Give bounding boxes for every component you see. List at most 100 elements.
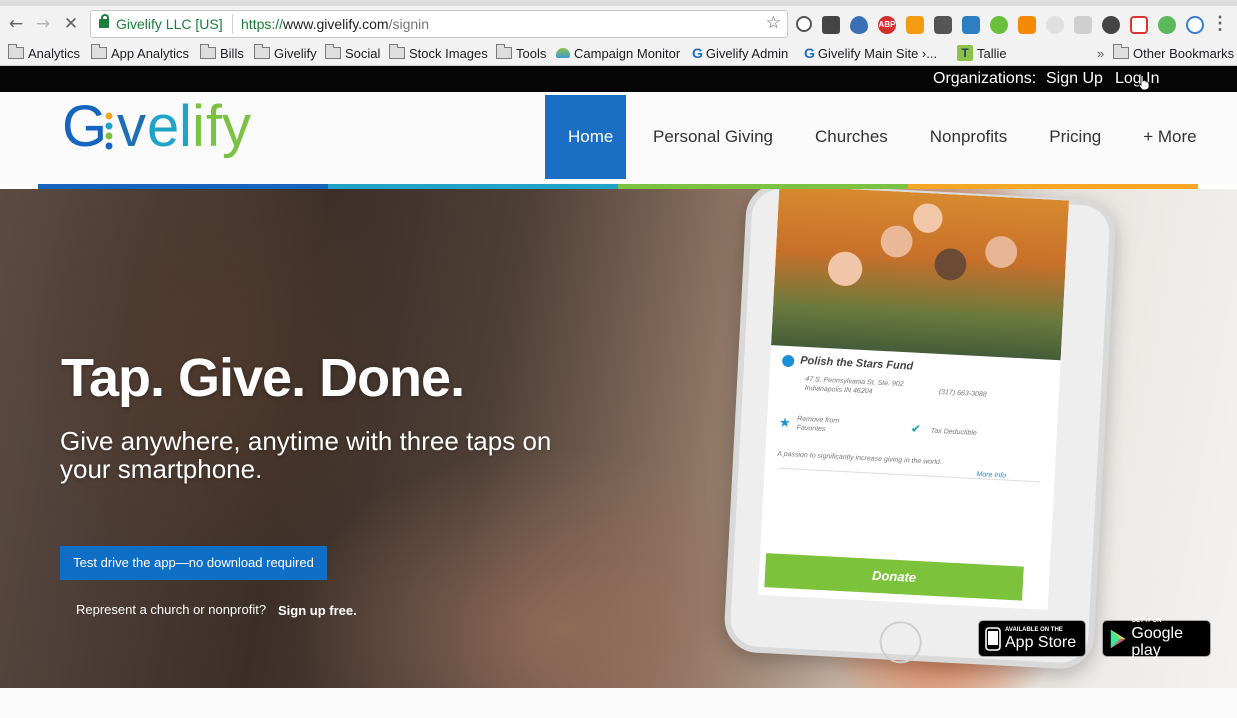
shield-check-icon <box>781 354 795 368</box>
organizations-bar: Organizations: Sign Up Log In <box>0 66 1237 92</box>
browser-toolbar: ← → ✕ Givelify LLC [US] https://www.give… <box>0 6 1237 42</box>
google-play-badge[interactable]: GET IT ON Google play <box>1102 618 1211 659</box>
givelify-logo[interactable]: G v e l if y <box>62 94 262 176</box>
app-store-texts: AVAILABLE ON THE App Store <box>1005 627 1076 651</box>
remove-favorites: Remove from Favorites <box>796 415 840 434</box>
svg-text:l: l <box>179 94 193 159</box>
sync-extension-icon[interactable] <box>1186 16 1204 34</box>
app-store-small-text: AVAILABLE ON THE <box>1005 626 1063 633</box>
fund-phone: (317) 663-3088 <box>938 388 987 399</box>
nav-more[interactable]: + More <box>1122 95 1217 179</box>
bookmark-label: Givelify Main Site ›... <box>817 45 938 61</box>
adblock-plus-icon[interactable]: ABP <box>878 16 896 34</box>
phone-screen: Polish the Stars Fund 47 S. Pennsylvania… <box>757 189 1070 610</box>
green-circle-extension-icon[interactable] <box>990 16 1008 34</box>
evernote-icon[interactable] <box>822 16 840 34</box>
lock-icon <box>99 14 109 28</box>
nav-home[interactable]: Home <box>545 95 626 179</box>
bookmark-campaign-monitor[interactable]: Campaign Monitor <box>556 44 680 62</box>
bookmark-label: Social <box>345 45 381 61</box>
google-play-icon <box>1110 629 1126 648</box>
nav-personal-giving[interactable]: Personal Giving <box>632 95 794 179</box>
folder-icon <box>200 44 216 59</box>
orange-extension-icon[interactable] <box>1018 16 1036 34</box>
fund-address: 47 S. Pennsylvania St. Ste. 902 Indianap… <box>804 375 904 396</box>
bookmark-tools[interactable]: Tools <box>496 44 546 62</box>
campaign-monitor-icon <box>556 48 570 58</box>
phone-home-button <box>878 620 923 665</box>
bookmark-bills[interactable]: Bills <box>200 44 244 62</box>
green-pin-extension-icon[interactable] <box>1158 16 1176 34</box>
folder-icon <box>325 44 341 59</box>
google-play-texts: GET IT ON Google play <box>1131 618 1210 659</box>
url-host: www.givelify.com <box>283 16 389 32</box>
sign-up-link[interactable]: Sign Up <box>1046 70 1103 88</box>
bookmarks-overflow-chevron[interactable]: » <box>1097 44 1104 62</box>
stop-loading-button[interactable]: ✕ <box>60 13 82 35</box>
water-drop-icon[interactable] <box>850 16 868 34</box>
bookmark-label: Tallie <box>977 45 1007 61</box>
checkmark-icon: ✔ <box>910 421 922 437</box>
fund-name: Polish the Stars Fund <box>799 354 914 373</box>
bookmark-label: App Analytics <box>111 45 190 61</box>
url-path: /signin <box>388 16 430 32</box>
nav-pricing[interactable]: Pricing <box>1028 95 1122 179</box>
folder-icon <box>389 44 405 59</box>
svg-text:v: v <box>117 94 147 159</box>
sign-up-free-link[interactable]: Sign up free. <box>278 603 357 618</box>
back-button[interactable]: ← <box>5 13 27 35</box>
cloud-extension-icon[interactable] <box>1074 16 1092 34</box>
analytics-extension-icon[interactable] <box>906 16 924 34</box>
organizations-label: Organizations: <box>933 70 1037 87</box>
phone-icon <box>985 626 1001 651</box>
test-drive-button[interactable]: Test drive the app—no download required <box>60 546 327 580</box>
cart-extension-icon[interactable] <box>1130 16 1148 34</box>
bookmark-givelify[interactable]: Givelify <box>254 44 317 62</box>
svg-text:e: e <box>147 94 180 159</box>
bookmark-label: Tools <box>516 45 547 61</box>
bookmark-other-bookmarks[interactable]: Other Bookmarks <box>1113 44 1234 62</box>
folder-icon <box>254 44 270 59</box>
gmail-extension-icon[interactable] <box>934 16 952 34</box>
bookmark-app-analytics[interactable]: App Analytics <box>91 44 189 62</box>
bookmark-social[interactable]: Social <box>325 44 380 62</box>
folder-icon <box>91 44 107 59</box>
givelify-g-icon: G <box>692 45 703 61</box>
nav-nonprofits[interactable]: Nonprofits <box>909 95 1028 179</box>
givelify-g-icon: G <box>804 45 815 61</box>
url-text[interactable]: https://www.givelify.com/signin <box>241 16 429 32</box>
bookmark-analytics[interactable]: Analytics <box>8 44 80 62</box>
nav-churches[interactable]: Churches <box>794 95 909 179</box>
hero-section: Polish the Stars Fund 47 S. Pennsylvania… <box>0 189 1237 688</box>
app-store-badge[interactable]: AVAILABLE ON THE App Store <box>978 620 1086 657</box>
address-bar[interactable]: Givelify LLC [US] https://www.givelify.c… <box>90 10 788 38</box>
dark-circle-extension-icon[interactable] <box>1102 16 1120 34</box>
bookmark-givelify-main-site[interactable]: G Givelify Main Site ›... <box>804 44 937 62</box>
hero-headline: Tap. Give. Done. <box>61 348 465 408</box>
bookmark-label: Stock Images <box>409 45 488 61</box>
bookmark-stock-images[interactable]: Stock Images <box>389 44 488 62</box>
tax-deductible: Tax Deductible <box>930 427 977 437</box>
url-protocol: https:// <box>241 16 284 32</box>
bookmark-tallie[interactable]: T Tallie <box>957 44 1007 62</box>
bookmark-givelify-admin[interactable]: G Givelify Admin <box>692 44 788 62</box>
browser-menu-icon[interactable]: ⋮ <box>1211 13 1229 34</box>
fund-mission: A passion to significantly increase givi… <box>777 450 943 467</box>
address-separator <box>232 14 233 34</box>
forward-button[interactable]: → <box>32 13 54 35</box>
google-play-big-text: Google play <box>1131 625 1183 659</box>
below-hero-section <box>0 688 1237 718</box>
svg-text:y: y <box>222 94 252 159</box>
bookmark-label: Givelify <box>274 45 317 61</box>
bookmark-star-icon[interactable]: ☆ <box>766 13 781 33</box>
bookmarks-bar: Analytics App Analytics Bills Givelify S… <box>0 42 1237 64</box>
folder-icon <box>496 44 512 59</box>
bookmark-label: Analytics <box>28 45 81 61</box>
site-header: G v e l if y Home Personal Giving Church… <box>0 92 1237 184</box>
extension-icons: ABP <box>796 16 1204 34</box>
puzzle-extension-icon[interactable] <box>962 16 980 34</box>
info-extension-icon[interactable] <box>796 16 812 32</box>
givelify-logo-mark: G v e l if y <box>62 94 252 159</box>
svg-text:G: G <box>62 94 108 159</box>
gray-extension-icon[interactable] <box>1046 16 1064 34</box>
